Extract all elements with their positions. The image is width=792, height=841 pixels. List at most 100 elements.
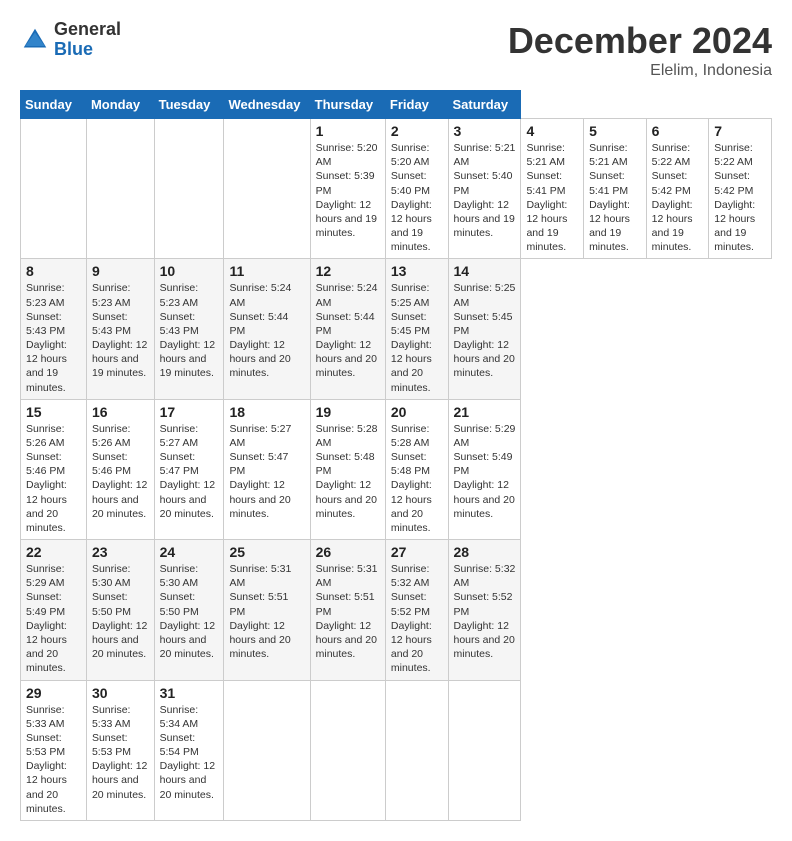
calendar-cell: 15 Sunrise: 5:26 AM Sunset: 5:46 PM Dayl… xyxy=(21,399,87,539)
day-number: 24 xyxy=(160,544,219,560)
day-number: 14 xyxy=(454,263,516,279)
day-info: Sunrise: 5:32 AM Sunset: 5:52 PM Dayligh… xyxy=(391,562,443,675)
calendar-cell: 5 Sunrise: 5:21 AM Sunset: 5:41 PM Dayli… xyxy=(584,119,647,259)
day-number: 12 xyxy=(316,263,380,279)
day-number: 7 xyxy=(714,123,766,139)
calendar-cell: 3 Sunrise: 5:21 AM Sunset: 5:40 PM Dayli… xyxy=(448,119,521,259)
day-number: 30 xyxy=(92,685,149,701)
day-info: Sunrise: 5:23 AM Sunset: 5:43 PM Dayligh… xyxy=(160,281,219,380)
col-tuesday: Tuesday xyxy=(154,91,224,119)
day-info: Sunrise: 5:20 AM Sunset: 5:39 PM Dayligh… xyxy=(316,141,380,240)
page-header: General Blue December 2024 Elelim, Indon… xyxy=(20,20,772,80)
day-info: Sunrise: 5:27 AM Sunset: 5:47 PM Dayligh… xyxy=(160,422,219,521)
logo: General Blue xyxy=(20,20,121,60)
calendar-cell: 25 Sunrise: 5:31 AM Sunset: 5:51 PM Dayl… xyxy=(224,540,310,680)
day-info: Sunrise: 5:33 AM Sunset: 5:53 PM Dayligh… xyxy=(26,703,81,816)
calendar-cell xyxy=(310,680,385,820)
calendar-week-4: 22 Sunrise: 5:29 AM Sunset: 5:49 PM Dayl… xyxy=(21,540,772,680)
day-number: 26 xyxy=(316,544,380,560)
calendar-cell: 18 Sunrise: 5:27 AM Sunset: 5:47 PM Dayl… xyxy=(224,399,310,539)
day-number: 5 xyxy=(589,123,641,139)
col-friday: Friday xyxy=(385,91,448,119)
col-saturday: Saturday xyxy=(448,91,521,119)
day-info: Sunrise: 5:28 AM Sunset: 5:48 PM Dayligh… xyxy=(316,422,380,521)
day-info: Sunrise: 5:20 AM Sunset: 5:40 PM Dayligh… xyxy=(391,141,443,254)
calendar-cell xyxy=(21,119,87,259)
day-number: 27 xyxy=(391,544,443,560)
day-info: Sunrise: 5:26 AM Sunset: 5:46 PM Dayligh… xyxy=(92,422,149,521)
day-info: Sunrise: 5:21 AM Sunset: 5:40 PM Dayligh… xyxy=(454,141,516,240)
calendar-cell: 12 Sunrise: 5:24 AM Sunset: 5:44 PM Dayl… xyxy=(310,259,385,399)
day-number: 4 xyxy=(526,123,578,139)
col-wednesday: Wednesday xyxy=(224,91,310,119)
calendar-cell: 7 Sunrise: 5:22 AM Sunset: 5:42 PM Dayli… xyxy=(709,119,772,259)
day-info: Sunrise: 5:23 AM Sunset: 5:43 PM Dayligh… xyxy=(92,281,149,380)
calendar-cell: 23 Sunrise: 5:30 AM Sunset: 5:50 PM Dayl… xyxy=(86,540,154,680)
calendar-cell: 13 Sunrise: 5:25 AM Sunset: 5:45 PM Dayl… xyxy=(385,259,448,399)
calendar-table: Sunday Monday Tuesday Wednesday Thursday… xyxy=(20,90,772,821)
logo-blue: Blue xyxy=(54,40,121,60)
month-title: December 2024 xyxy=(508,20,772,62)
calendar-cell: 6 Sunrise: 5:22 AM Sunset: 5:42 PM Dayli… xyxy=(646,119,709,259)
calendar-cell: 4 Sunrise: 5:21 AM Sunset: 5:41 PM Dayli… xyxy=(521,119,584,259)
day-number: 9 xyxy=(92,263,149,279)
calendar-cell: 11 Sunrise: 5:24 AM Sunset: 5:44 PM Dayl… xyxy=(224,259,310,399)
day-info: Sunrise: 5:23 AM Sunset: 5:43 PM Dayligh… xyxy=(26,281,81,394)
day-number: 17 xyxy=(160,404,219,420)
calendar-cell xyxy=(224,680,310,820)
day-number: 8 xyxy=(26,263,81,279)
col-sunday: Sunday xyxy=(21,91,87,119)
calendar-cell: 8 Sunrise: 5:23 AM Sunset: 5:43 PM Dayli… xyxy=(21,259,87,399)
calendar-cell: 9 Sunrise: 5:23 AM Sunset: 5:43 PM Dayli… xyxy=(86,259,154,399)
calendar-cell: 28 Sunrise: 5:32 AM Sunset: 5:52 PM Dayl… xyxy=(448,540,521,680)
day-info: Sunrise: 5:26 AM Sunset: 5:46 PM Dayligh… xyxy=(26,422,81,535)
day-number: 23 xyxy=(92,544,149,560)
day-number: 19 xyxy=(316,404,380,420)
calendar-week-2: 8 Sunrise: 5:23 AM Sunset: 5:43 PM Dayli… xyxy=(21,259,772,399)
day-info: Sunrise: 5:27 AM Sunset: 5:47 PM Dayligh… xyxy=(229,422,304,521)
day-info: Sunrise: 5:22 AM Sunset: 5:42 PM Dayligh… xyxy=(652,141,704,254)
calendar-cell: 29 Sunrise: 5:33 AM Sunset: 5:53 PM Dayl… xyxy=(21,680,87,820)
day-info: Sunrise: 5:33 AM Sunset: 5:53 PM Dayligh… xyxy=(92,703,149,802)
day-number: 18 xyxy=(229,404,304,420)
day-info: Sunrise: 5:24 AM Sunset: 5:44 PM Dayligh… xyxy=(229,281,304,380)
day-info: Sunrise: 5:21 AM Sunset: 5:41 PM Dayligh… xyxy=(526,141,578,254)
calendar-cell: 24 Sunrise: 5:30 AM Sunset: 5:50 PM Dayl… xyxy=(154,540,224,680)
day-number: 10 xyxy=(160,263,219,279)
calendar-cell: 22 Sunrise: 5:29 AM Sunset: 5:49 PM Dayl… xyxy=(21,540,87,680)
day-info: Sunrise: 5:25 AM Sunset: 5:45 PM Dayligh… xyxy=(391,281,443,394)
calendar-cell xyxy=(154,119,224,259)
day-info: Sunrise: 5:21 AM Sunset: 5:41 PM Dayligh… xyxy=(589,141,641,254)
calendar-cell: 21 Sunrise: 5:29 AM Sunset: 5:49 PM Dayl… xyxy=(448,399,521,539)
day-number: 6 xyxy=(652,123,704,139)
title-block: December 2024 Elelim, Indonesia xyxy=(508,20,772,80)
day-number: 29 xyxy=(26,685,81,701)
day-number: 25 xyxy=(229,544,304,560)
calendar-cell xyxy=(448,680,521,820)
day-number: 31 xyxy=(160,685,219,701)
calendar-cell: 26 Sunrise: 5:31 AM Sunset: 5:51 PM Dayl… xyxy=(310,540,385,680)
day-number: 16 xyxy=(92,404,149,420)
day-info: Sunrise: 5:22 AM Sunset: 5:42 PM Dayligh… xyxy=(714,141,766,254)
day-number: 20 xyxy=(391,404,443,420)
calendar-cell: 16 Sunrise: 5:26 AM Sunset: 5:46 PM Dayl… xyxy=(86,399,154,539)
day-number: 21 xyxy=(454,404,516,420)
day-info: Sunrise: 5:24 AM Sunset: 5:44 PM Dayligh… xyxy=(316,281,380,380)
day-info: Sunrise: 5:25 AM Sunset: 5:45 PM Dayligh… xyxy=(454,281,516,380)
day-number: 3 xyxy=(454,123,516,139)
calendar-cell xyxy=(385,680,448,820)
calendar-cell xyxy=(224,119,310,259)
logo-general: General xyxy=(54,20,121,40)
day-number: 13 xyxy=(391,263,443,279)
day-number: 1 xyxy=(316,123,380,139)
calendar-cell: 14 Sunrise: 5:25 AM Sunset: 5:45 PM Dayl… xyxy=(448,259,521,399)
logo-icon xyxy=(20,25,50,55)
calendar-cell: 31 Sunrise: 5:34 AM Sunset: 5:54 PM Dayl… xyxy=(154,680,224,820)
day-number: 2 xyxy=(391,123,443,139)
calendar-cell: 2 Sunrise: 5:20 AM Sunset: 5:40 PM Dayli… xyxy=(385,119,448,259)
day-number: 22 xyxy=(26,544,81,560)
day-info: Sunrise: 5:29 AM Sunset: 5:49 PM Dayligh… xyxy=(26,562,81,675)
day-number: 11 xyxy=(229,263,304,279)
calendar-week-3: 15 Sunrise: 5:26 AM Sunset: 5:46 PM Dayl… xyxy=(21,399,772,539)
day-number: 28 xyxy=(454,544,516,560)
